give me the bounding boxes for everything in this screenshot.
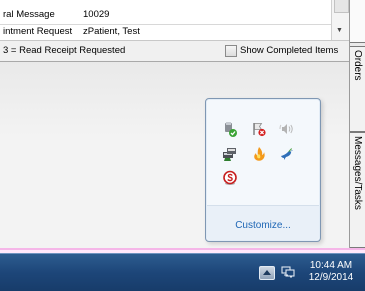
tab-messages-tasks[interactable]: Messages/Tasks [350, 132, 365, 248]
clock-date: 12/9/2014 [308, 272, 354, 283]
legend-bar: 3 = Read Receipt Requested Show Complete… [0, 41, 349, 62]
message-list: ral Message 10029 intment Request zPatie… [0, 0, 350, 41]
taskbar: 10:44 AM 12/9/2014 [0, 253, 365, 291]
tray-overflow-popup: Customize... [205, 98, 321, 242]
message-type: ral Message [3, 9, 55, 20]
message-type: intment Request [3, 26, 73, 37]
show-hidden-icons-button[interactable] [259, 266, 275, 280]
tab-orders-label: Orders [352, 50, 363, 81]
network-icon[interactable] [281, 266, 295, 278]
clock-time: 10:44 AM [309, 260, 353, 271]
read-receipt-legend: 3 = Read Receipt Requested [3, 45, 126, 56]
flame-app-icon[interactable] [251, 146, 267, 162]
side-tabs: Orders Messages/Tasks [349, 0, 365, 248]
vertical-scrollbar[interactable]: ▼ [331, 0, 350, 40]
scrollbar-thumb[interactable] [334, 0, 349, 13]
message-value: 10029 [83, 9, 110, 20]
network-drive-icon[interactable] [222, 146, 238, 162]
system-clock[interactable]: 10:44 AM 12/9/2014 [298, 260, 364, 284]
usb-safely-remove-icon[interactable] [222, 121, 238, 137]
red-s-app-icon[interactable] [222, 170, 238, 186]
show-completed-label[interactable]: Show Completed Items [240, 45, 338, 56]
customize-link[interactable]: Customize... [207, 220, 319, 231]
scroll-down-arrow-icon[interactable]: ▼ [336, 27, 343, 34]
side-tab-top[interactable] [350, 0, 365, 43]
popup-footer: Customize... [207, 206, 319, 240]
flag-error-icon[interactable] [251, 121, 267, 137]
tab-messages-label: Messages/Tasks [352, 136, 363, 210]
message-value: zPatient, Test [83, 26, 140, 37]
volume-icon[interactable] [279, 121, 295, 137]
bird-app-icon[interactable] [279, 146, 295, 162]
show-completed-checkbox[interactable] [225, 45, 237, 57]
tab-orders[interactable]: Orders [350, 46, 365, 132]
